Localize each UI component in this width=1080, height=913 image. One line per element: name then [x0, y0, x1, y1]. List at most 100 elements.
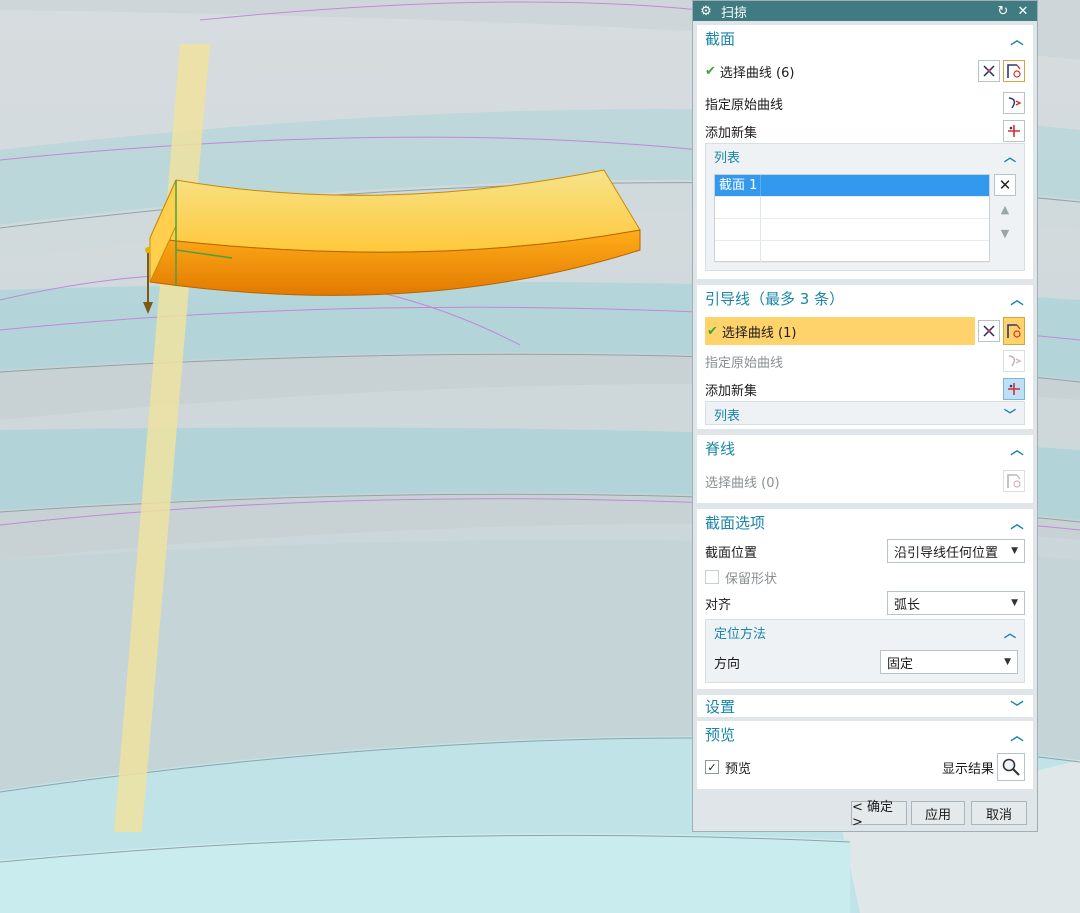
ok-button[interactable]: < 确定 >: [851, 800, 907, 830]
add-set-icon[interactable]: [1003, 120, 1025, 142]
chevron-up-icon[interactable]: ︿: [1009, 725, 1025, 744]
deselect-curve-icon[interactable]: [978, 60, 1000, 82]
list-item[interactable]: [715, 219, 989, 241]
guide-specify-origin-label: 指定原始曲线: [705, 355, 784, 371]
section-options-header[interactable]: 截面选项 ︿: [697, 509, 1033, 535]
spine-select-curve-label: 选择曲线 (0): [705, 475, 780, 491]
guide-group-header[interactable]: 引导线（最多 3 条） ︿: [697, 285, 1033, 311]
spine-group: 脊线 ︿ 选择曲线 (0): [697, 435, 1033, 503]
curve-rule-icon[interactable]: [1003, 60, 1025, 82]
list-item[interactable]: [715, 197, 989, 219]
orientation-method-panel: 定位方法 ︿ 方向 固定 ▼: [705, 619, 1025, 683]
settings-group-header[interactable]: 设置 ﹀: [697, 695, 1033, 717]
check-icon: ✔: [705, 63, 716, 79]
dialog-title: 扫掠: [721, 5, 748, 21]
chevron-up-icon[interactable]: ︿: [1009, 29, 1025, 48]
section-options-group: 截面选项 ︿ 截面位置 沿引导线任何位置 ▼ 保留形状 对齐 弧长 ▼ 定位方法…: [697, 509, 1033, 689]
section-select-curve-label: 选择曲线 (6): [719, 65, 795, 81]
guide-list-title: 列表: [714, 408, 741, 424]
guide-add-new-set-row[interactable]: 添加新集: [705, 377, 1025, 401]
dropdown-arrow-icon: ▼: [1004, 657, 1011, 667]
spine-select-curve-row: 选择曲线 (0): [705, 469, 1025, 493]
align-select[interactable]: 弧长 ▼: [887, 591, 1025, 615]
align-row: 对齐 弧长 ▼: [705, 591, 1025, 615]
chevron-up-icon[interactable]: ︿: [1009, 439, 1025, 458]
direction-row: 方向 固定 ▼: [714, 650, 1018, 674]
section-specify-origin-row[interactable]: 指定原始曲线: [705, 91, 1025, 115]
chevron-down-icon[interactable]: ﹀: [1002, 406, 1018, 423]
chevron-up-icon[interactable]: ︿: [1002, 624, 1018, 641]
gear-icon[interactable]: ⚙: [699, 4, 713, 19]
orientation-method-header[interactable]: 定位方法 ︿: [706, 620, 1024, 644]
guide-select-curve-label: 选择曲线 (1): [721, 325, 797, 341]
section-list-title: 列表: [714, 150, 741, 166]
add-set-icon[interactable]: [1003, 378, 1025, 400]
dialog-titlebar[interactable]: ⚙ 扫掠 ↻ ✕: [693, 1, 1037, 21]
settings-group-title: 设置: [705, 697, 736, 716]
section-group: 截面 ︿ ✔ 选择曲线 (6) 指定原始曲线 添加新集 列表 ︿ 截面 1 ✕ …: [697, 25, 1033, 279]
guide-group-title: 引导线（最多 3 条）: [705, 289, 845, 308]
section-position-row: 截面位置 沿引导线任何位置 ▼: [705, 539, 1025, 563]
section-add-new-set-row[interactable]: 添加新集: [705, 119, 1025, 143]
guide-select-curve-row[interactable]: ✔ 选择曲线 (1): [705, 317, 1025, 345]
direction-label: 方向: [714, 656, 741, 672]
section-group-header[interactable]: 截面 ︿: [697, 25, 1033, 51]
guide-list-panel[interactable]: 列表 ﹀: [705, 401, 1025, 425]
list-action-buttons: ✕ ▲ ▼: [994, 174, 1016, 246]
guide-group: 引导线（最多 3 条） ︿ ✔ 选择曲线 (1) 指定原始曲线 添加新集 列表 …: [697, 285, 1033, 429]
reset-icon[interactable]: ↻: [995, 4, 1011, 19]
magnifier-icon[interactable]: [997, 753, 1025, 781]
preview-group: 预览 ︿ ✓ 预览 显示结果: [697, 721, 1033, 789]
chevron-up-icon[interactable]: ︿: [1002, 148, 1018, 165]
origin-curve-icon[interactable]: [1003, 92, 1025, 114]
move-down-icon[interactable]: ▼: [994, 222, 1016, 244]
section-position-select[interactable]: 沿引导线任何位置 ▼: [887, 539, 1025, 563]
list-item[interactable]: 截面 1: [715, 175, 989, 197]
section-list[interactable]: 截面 1: [714, 174, 990, 263]
curve-rule-icon: [1003, 470, 1025, 492]
align-label: 对齐: [705, 597, 732, 613]
apply-button[interactable]: 应用: [911, 801, 965, 825]
move-up-icon[interactable]: ▲: [994, 198, 1016, 220]
preview-checkbox[interactable]: ✓: [705, 760, 719, 774]
deselect-curve-icon[interactable]: [978, 320, 1000, 342]
keep-shape-row: 保留形状: [705, 565, 1025, 589]
preview-label: 预览: [725, 761, 752, 777]
cancel-button[interactable]: 取消: [971, 801, 1027, 825]
curve-rule-icon[interactable]: [1003, 317, 1025, 345]
close-icon[interactable]: ✕: [1015, 4, 1031, 19]
section-select-curve-row[interactable]: ✔ 选择曲线 (6): [705, 59, 1025, 83]
direction-select[interactable]: 固定 ▼: [880, 650, 1018, 674]
chevron-up-icon[interactable]: ︿: [1009, 513, 1025, 532]
check-icon: ✔: [707, 323, 718, 339]
remove-icon[interactable]: ✕: [994, 174, 1016, 196]
dropdown-arrow-icon: ▼: [1011, 546, 1018, 556]
preview-group-title: 预览: [705, 725, 736, 744]
settings-group[interactable]: 设置 ﹀: [697, 695, 1033, 717]
section-add-new-set-label: 添加新集: [705, 125, 758, 141]
dropdown-arrow-icon: ▼: [1011, 598, 1018, 608]
orientation-method-title: 定位方法: [714, 626, 767, 642]
preview-row: ✓ 预览 显示结果: [705, 753, 1025, 781]
section-group-title: 截面: [705, 29, 736, 48]
keep-shape-checkbox: [705, 570, 719, 584]
chevron-up-icon[interactable]: ︿: [1009, 289, 1025, 308]
sweep-dialog: ⚙ 扫掠 ↻ ✕ 截面 ︿ ✔ 选择曲线 (6) 指定原始曲线 添加新集 列表 …: [692, 0, 1038, 832]
origin-curve-icon: [1003, 350, 1025, 372]
section-list-header[interactable]: 列表 ︿: [706, 144, 1024, 168]
chevron-down-icon[interactable]: ﹀: [1009, 697, 1025, 716]
section-specify-origin-label: 指定原始曲线: [705, 97, 784, 113]
section-position-label: 截面位置: [705, 545, 758, 561]
keep-shape-label: 保留形状: [725, 571, 778, 587]
section-list-panel: 列表 ︿ 截面 1 ✕ ▲ ▼: [705, 143, 1025, 271]
guide-select-curve-highlight[interactable]: ✔ 选择曲线 (1): [705, 317, 975, 345]
guide-add-new-set-label: 添加新集: [705, 383, 758, 399]
preview-group-header[interactable]: 预览 ︿: [697, 721, 1033, 747]
spine-group-title: 脊线: [705, 439, 736, 458]
spine-group-header[interactable]: 脊线 ︿: [697, 435, 1033, 461]
section-options-title: 截面选项: [705, 513, 766, 532]
list-item[interactable]: [715, 241, 989, 263]
show-result-label: 显示结果: [941, 761, 994, 777]
dialog-button-bar: < 确定 > 应用 取消: [693, 797, 1037, 830]
guide-list-header[interactable]: 列表 ﹀: [706, 402, 1024, 426]
